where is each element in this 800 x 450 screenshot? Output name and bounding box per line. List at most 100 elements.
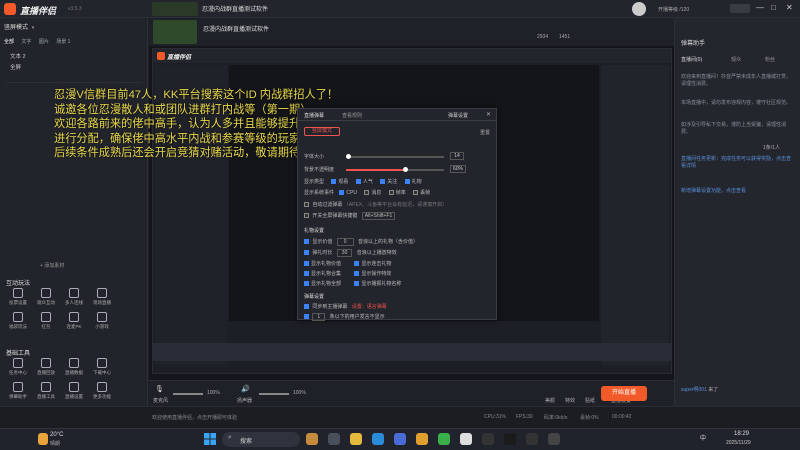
weather-temp[interactable]: 20°C (50, 432, 63, 438)
tool-download[interactable]: 下载中心 (88, 358, 116, 382)
tool-vote[interactable]: 投票设置 (4, 288, 32, 312)
checkbox-popularity[interactable] (355, 179, 361, 185)
tool-danmu-assist[interactable]: 弹幕助手 (4, 382, 32, 406)
task-notice[interactable]: 直播间任务更新：完成任务可以获得奖励，点击查看详情 (681, 156, 795, 170)
minimize-button[interactable]: — (756, 3, 764, 12)
explorer-icon[interactable] (350, 433, 362, 445)
microphone-icon[interactable]: 🎙 (155, 385, 164, 393)
taskview-icon[interactable] (328, 433, 340, 445)
checkbox-min-level[interactable] (304, 314, 309, 320)
scene-mode-selector[interactable]: 竖屏模式 ▾ (4, 22, 144, 32)
checkbox-message[interactable] (364, 190, 370, 196)
app-icon[interactable] (482, 433, 494, 445)
clock-time[interactable]: 18:29 (734, 431, 749, 437)
checkbox-watch[interactable] (331, 179, 337, 185)
tool-sticker[interactable]: 贴纸 (585, 397, 595, 404)
dialog-tab-rules[interactable]: 查看规则 (342, 112, 362, 119)
source-item-text2[interactable]: 文本 2 (10, 52, 26, 60)
hotkey-input[interactable]: Alt+Shift+F1 (361, 212, 396, 220)
tool-live[interactable]: 现场直播 (88, 288, 116, 312)
edge-icon[interactable] (372, 433, 384, 445)
add-source-button[interactable]: + 添加素材 (40, 262, 64, 269)
input-lang[interactable]: 中 (700, 433, 706, 442)
stream-thumbnail[interactable] (152, 2, 198, 16)
chrome-icon[interactable] (416, 433, 428, 445)
speaker-slider[interactable] (259, 393, 289, 395)
windows-start-icon[interactable] (204, 433, 216, 445)
tool-pk[interactable]: 连麦PK (60, 312, 88, 336)
speaker-icon[interactable]: 🔊 (241, 385, 250, 393)
live-thumbnail[interactable] (153, 20, 197, 44)
app-version: v3.5.3 (68, 6, 82, 12)
reset-button[interactable]: 重置 (480, 129, 490, 136)
tool-redpacket[interactable]: 红包 (32, 312, 60, 336)
checkbox-framerate[interactable] (388, 190, 394, 196)
font-size-slider[interactable] (346, 156, 444, 158)
douyin-icon[interactable] (504, 433, 516, 445)
app-icon[interactable] (526, 433, 538, 445)
mic-slider[interactable] (173, 393, 203, 395)
font-size-value[interactable]: 14 (450, 152, 464, 160)
store-icon[interactable] (394, 433, 406, 445)
user-avatar[interactable] (632, 2, 646, 16)
tool-lucky-bag[interactable]: 福袋玩法 (4, 312, 32, 336)
app-icon[interactable] (548, 433, 560, 445)
checkbox-cpu[interactable] (339, 190, 345, 196)
feature-notice[interactable]: 新增弹幕设置功能，点击查看 (681, 188, 795, 195)
tab-chatroom[interactable]: 直播间(0) (681, 56, 702, 63)
checkbox-gift-collection[interactable] (304, 271, 309, 277)
clock-date[interactable]: 2025/11/29 (726, 440, 751, 446)
gift-min-input[interactable]: 0 (336, 238, 354, 246)
tab-scene-1[interactable]: 场景 1 (56, 39, 70, 45)
dialog-close-icon[interactable]: ✕ (486, 111, 491, 118)
checkbox-gift-delay[interactable] (304, 250, 309, 256)
tool-live-tools[interactable]: 直播工具 (32, 382, 60, 406)
opacity-value[interactable]: 60% (450, 165, 466, 173)
close-button[interactable]: ✕ (786, 3, 793, 12)
taskbar-app-icon[interactable] (306, 433, 318, 445)
tool-task-center[interactable]: 任务中心 (4, 358, 32, 382)
checkbox-gift-all[interactable] (304, 281, 309, 287)
checkbox-hotkey[interactable] (304, 213, 309, 219)
nested-titlebar: 直播伴侣 (153, 49, 671, 63)
tool-game[interactable]: 小游戏 (88, 312, 116, 336)
tool-more[interactable]: 更多功能 (88, 382, 116, 406)
opacity-handle[interactable] (403, 167, 408, 172)
checkbox-gift-value[interactable] (304, 261, 309, 267)
font-size-handle[interactable] (346, 154, 351, 159)
checkbox-gift-combo[interactable] (354, 261, 360, 267)
mode-button[interactable]: 竖屏模式 (304, 127, 340, 136)
start-live-button[interactable]: 开始直播 (601, 386, 647, 401)
tab-audience[interactable]: 观众 (731, 56, 741, 63)
checkbox-gift[interactable] (404, 179, 410, 185)
gift-delay-input[interactable]: 30 (336, 249, 353, 257)
stream-title[interactable]: 忍漫内战群直播测试软件 (202, 4, 268, 13)
tool-effects[interactable]: 特效 (565, 397, 575, 404)
checkbox-sync[interactable] (304, 304, 309, 310)
tool-live-settings[interactable]: 直播设置 (60, 382, 88, 406)
tab-fans[interactable]: 粉丝 (765, 56, 775, 63)
tool-data[interactable]: 直播数据 (60, 358, 88, 382)
maximize-button[interactable]: □ (771, 3, 776, 12)
source-item-fullscreen[interactable]: 全屏 (10, 63, 21, 71)
sync-settings-link[interactable]: 设置：语言弹幕 (352, 304, 387, 310)
min-level-input[interactable]: 1 (312, 313, 326, 321)
checkbox-gift-min[interactable] (304, 239, 309, 245)
checkbox-follow[interactable] (380, 179, 386, 185)
app-icon[interactable] (460, 433, 472, 445)
tool-audience[interactable]: 观众互动 (32, 288, 60, 312)
checkbox-dropframe[interactable] (413, 190, 419, 196)
tool-multi-link[interactable]: 多人连线 (60, 288, 88, 312)
tool-beauty[interactable]: 美颜 (545, 397, 555, 404)
dialog-tab-active[interactable]: 直播弹幕 (304, 112, 324, 119)
taskbar-search[interactable]: ⌕ 搜索 (222, 432, 300, 447)
notification-badge[interactable] (730, 4, 750, 13)
tab-source-text[interactable]: 文字 (21, 39, 31, 45)
checkbox-gift-name[interactable] (354, 281, 360, 287)
tab-source-all[interactable]: 全部 (4, 39, 14, 45)
tool-replay[interactable]: 直播回放 (32, 358, 60, 382)
tab-source-image[interactable]: 图片 (39, 39, 49, 45)
checkbox-auto-filter[interactable] (304, 202, 309, 208)
checkbox-gift-effect[interactable] (354, 271, 360, 277)
wechat-icon[interactable] (438, 433, 450, 445)
